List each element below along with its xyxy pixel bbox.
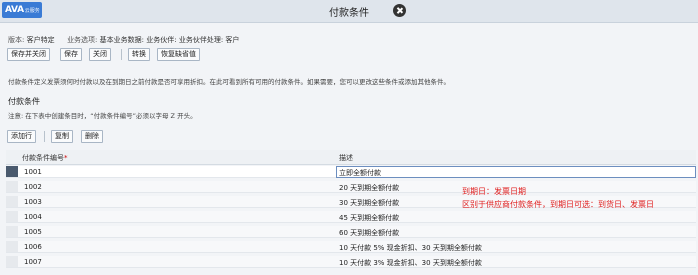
- row-selector[interactable]: [6, 211, 18, 222]
- toolbar-divider: [121, 49, 122, 60]
- payment-term-description[interactable]: 60 天到期全额付款: [339, 228, 399, 238]
- payment-term-code: 1002: [24, 183, 42, 191]
- annotation-due-date: 到期日：发票日期: [462, 187, 526, 196]
- row-selector[interactable]: [6, 196, 18, 207]
- row-selector[interactable]: [6, 241, 18, 252]
- payment-term-description[interactable]: 30 天到期全额付款: [339, 198, 399, 208]
- context-info: 版本: 客户特定 业务选项: 基本业务数据: 业务伙伴: 业务伙伴处理: 客户: [8, 35, 239, 45]
- business-option-label: 业务选项:: [67, 36, 98, 44]
- payment-term-code: 1001: [24, 168, 42, 176]
- save-button[interactable]: 保存: [60, 48, 82, 61]
- version-label: 版本:: [8, 36, 25, 44]
- table-row[interactable]: 1006 10 天付款 5% 现金折扣、30 天到期全额付款: [6, 241, 696, 253]
- page-description: 付款条件定义发票须何时付款以及在到期日之前付款是否可享用折扣。在此可看到所有可用…: [8, 78, 450, 86]
- close-icon[interactable]: [393, 4, 406, 17]
- page-title: 付款条件: [329, 8, 369, 19]
- payment-term-description[interactable]: 立即全额付款: [339, 168, 381, 178]
- table-row[interactable]: 1005 60 天到期全额付款: [6, 226, 696, 238]
- add-row-button[interactable]: 添加行: [7, 130, 36, 143]
- payment-term-description[interactable]: 10 天付款 5% 现金折扣、30 天到期全额付款: [339, 243, 482, 253]
- table-row[interactable]: 1001 立即全额付款: [6, 166, 696, 178]
- column-header-description[interactable]: 描述: [339, 153, 353, 163]
- row-selector[interactable]: [6, 166, 18, 177]
- version-value: 客户特定: [26, 36, 55, 44]
- payment-term-code: 1003: [24, 198, 42, 206]
- section-note: 注意: 在下表中创建条目时，“付款条件编号”必须以字母 Z 开头。: [8, 112, 197, 120]
- row-selector[interactable]: [6, 181, 18, 192]
- required-marker: *: [64, 154, 68, 162]
- copy-button[interactable]: 复制: [51, 130, 73, 143]
- payment-term-code: 1007: [24, 258, 42, 266]
- payment-term-code: 1005: [24, 228, 42, 236]
- description-input[interactable]: [336, 166, 696, 178]
- table-row[interactable]: 1007 10 天付款 3% 现金折扣、30 天到期全额付款: [6, 256, 696, 268]
- table-row[interactable]: 1002 20 天到期全额付款: [6, 181, 696, 193]
- row-selector[interactable]: [6, 226, 18, 237]
- title-bar: AVA 云服务 付款条件: [0, 0, 698, 23]
- column-header-code[interactable]: 付款条件编号*: [22, 153, 68, 163]
- save-and-close-button[interactable]: 保存并关闭: [7, 48, 50, 61]
- row-selector[interactable]: [6, 256, 18, 267]
- payment-term-description[interactable]: 20 天到期全额付款: [339, 183, 399, 193]
- delete-button[interactable]: 删除: [81, 130, 103, 143]
- payment-term-description[interactable]: 45 天到期全额付款: [339, 213, 399, 223]
- table-row[interactable]: 1004 45 天到期全额付款: [6, 211, 696, 223]
- section-title: 付款条件: [8, 97, 40, 106]
- payment-term-code: 1004: [24, 213, 42, 221]
- payment-term-code: 1006: [24, 243, 42, 251]
- table-toolbar-divider: [44, 131, 45, 142]
- transfer-button[interactable]: 转换: [128, 48, 150, 61]
- business-option-value: 基本业务数据: 业务伙伴: 业务伙伴处理: 客户: [99, 36, 240, 44]
- annotation-difference-note: 区别于供应商付款条件，到期日可选：到货日、发票日: [462, 200, 654, 209]
- table-header: 付款条件编号* 描述: [6, 150, 696, 165]
- restore-defaults-button[interactable]: 恢复缺省值: [157, 48, 200, 61]
- payment-term-description[interactable]: 10 天付款 3% 现金折扣、30 天到期全额付款: [339, 258, 482, 268]
- close-button[interactable]: 关闭: [89, 48, 111, 61]
